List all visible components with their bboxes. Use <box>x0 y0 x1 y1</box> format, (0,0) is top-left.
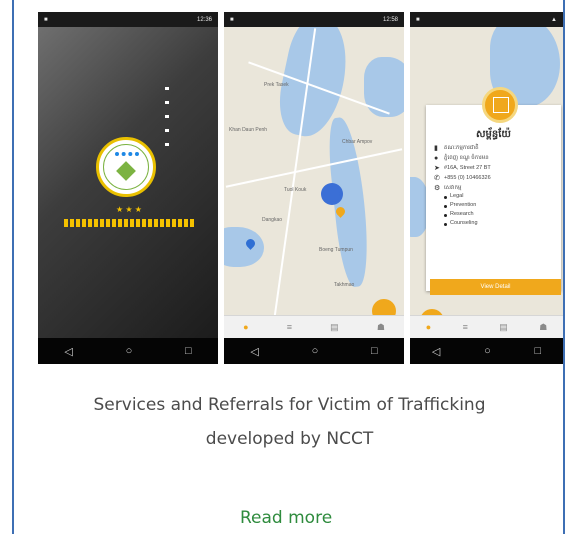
services-heading: សេវាកម្ម <box>444 185 462 191</box>
map-view: សម្ព័ន្ធយ៉ែ ▮ គណៈកម្មការជាតិ ● ភ្នំពេញ ខណ្… <box>410 27 563 338</box>
recent-apps-icon: □ <box>370 345 378 357</box>
splash-background: ★ ★ ★ <box>38 27 218 338</box>
right-frame-border <box>563 0 573 534</box>
address-khmer: ភ្នំពេញ ខណ្ឌ ចំការមន <box>444 155 489 161</box>
android-nav-bar: ◁ ○ □ <box>410 338 563 364</box>
android-icon: ■ <box>44 16 48 23</box>
stars-icon: ★ ★ ★ <box>116 205 142 214</box>
khmer-app-title-graphic <box>64 219 194 227</box>
organization-logo <box>482 87 518 123</box>
location-icon[interactable]: ● <box>243 322 248 332</box>
decorative-dots <box>165 87 169 157</box>
left-frame-border <box>0 0 14 534</box>
status-bar: ■ ▲ <box>410 12 563 27</box>
phone-map-screenshot: ■ 12:58 Prek Tasek Khan Daun Penh Chbar … <box>224 12 404 364</box>
wallet-icon[interactable]: ▤ <box>330 322 339 333</box>
signal-icon: ▲ <box>551 16 557 23</box>
location-icon[interactable]: ● <box>426 322 431 332</box>
android-nav-bar: ◁ ○ □ <box>224 338 404 364</box>
android-nav-bar: ◁ ○ □ <box>38 338 218 364</box>
map-label: Dangkao <box>262 217 283 223</box>
people-icon[interactable]: ☗ <box>377 322 385 333</box>
map-label: Khan Daun Penh <box>229 127 268 133</box>
app-tab-bar: ● ≡ ▤ ☗ <box>224 315 404 338</box>
recent-apps-icon: □ <box>534 345 542 357</box>
view-detail-button[interactable]: View Detail <box>430 279 561 295</box>
map-label: Chbar Ampov <box>342 139 373 145</box>
service-item: Legal <box>434 193 557 202</box>
services-icon: ⚙ <box>434 185 441 192</box>
service-item: Counseling <box>434 220 557 229</box>
people-icon[interactable]: ☗ <box>539 322 547 333</box>
read-more-link[interactable]: Read more <box>240 508 332 528</box>
home-icon: ○ <box>484 345 491 357</box>
app-description-line-2: developed by NCCT <box>205 429 374 449</box>
list-icon[interactable]: ≡ <box>287 322 292 332</box>
map-label: Takhmao <box>334 282 355 288</box>
recent-apps-icon: □ <box>184 345 192 357</box>
status-bar: ■ 12:36 <box>38 12 218 27</box>
location-icon: ● <box>434 154 439 162</box>
organization-detail-card: សម្ព័ន្ធយ៉ែ ▮ គណៈកម្មការជាតិ ● ភ្នំពេញ ខណ្… <box>426 87 561 295</box>
organization-name: សម្ព័ន្ធយ៉ែ <box>476 129 511 140</box>
phone-detail-screenshot: ■ ▲ សម្ព័ន្ធយ៉ែ ▮ គណៈកម្មការជាតិ ● ភ្នំពេញ… <box>410 12 563 364</box>
home-icon: ○ <box>125 345 133 357</box>
back-icon: ◁ <box>64 345 73 358</box>
map-view: Prek Tasek Khan Daun Penh Chbar Ampov Tu… <box>224 27 404 338</box>
service-item: Research <box>434 211 557 220</box>
back-icon: ◁ <box>250 345 259 358</box>
back-icon: ◁ <box>431 345 441 358</box>
map-label: Prek Tasek <box>264 82 289 88</box>
android-icon: ■ <box>416 16 420 23</box>
wallet-icon[interactable]: ▤ <box>499 322 508 333</box>
status-time: 12:58 <box>382 16 398 23</box>
list-icon[interactable]: ≡ <box>463 322 468 332</box>
phone-number[interactable]: +855 (0) 10466326 <box>444 175 491 181</box>
map-label: Boeng Tumpun <box>319 247 353 253</box>
app-tab-bar: ● ≡ ▤ ☗ <box>410 315 563 338</box>
phone-icon: ✆ <box>434 175 440 182</box>
street-address: #16A, Street 27 BT <box>444 165 491 171</box>
navigation-icon: ➤ <box>434 165 440 172</box>
status-bar: ■ 12:58 <box>224 12 404 27</box>
home-icon: ○ <box>311 345 319 357</box>
map-cluster-marker[interactable] <box>321 183 343 205</box>
status-time: 12:36 <box>196 16 212 23</box>
phone-splash-screenshot: ■ 12:36 ★ ★ ★ ◁ ○ □ <box>38 12 218 364</box>
ncct-logo <box>96 137 156 197</box>
map-label: Tuol Kouk <box>284 187 307 193</box>
android-icon: ■ <box>230 16 234 23</box>
app-description-line-1: Services and Referrals for Victim of Tra… <box>93 395 486 415</box>
building-icon: ▮ <box>434 145 438 152</box>
service-item: Prevention <box>434 202 557 211</box>
organization-type: គណៈកម្មការជាតិ <box>444 145 479 151</box>
